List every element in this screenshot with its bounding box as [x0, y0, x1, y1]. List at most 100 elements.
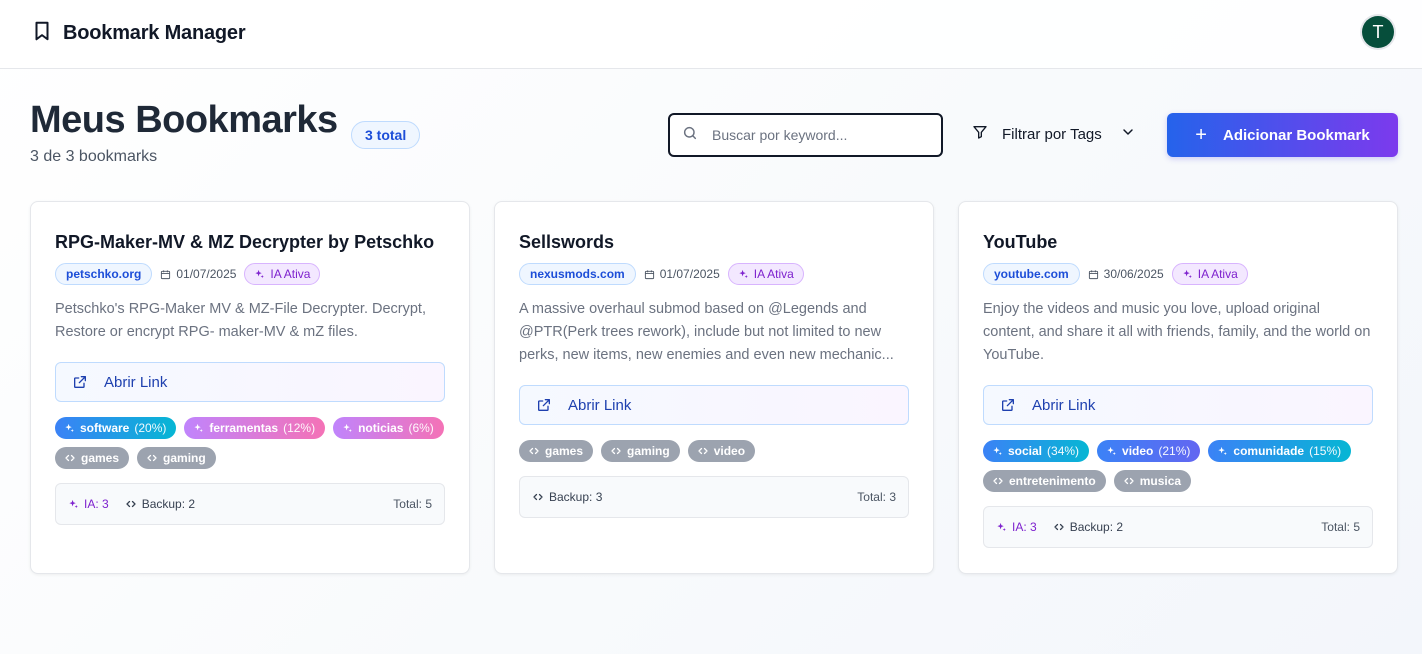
backup-count: Backup: 3	[532, 490, 602, 504]
code-icon	[611, 447, 621, 455]
calendar-icon	[644, 269, 654, 279]
backup-tag-chip[interactable]: gaming	[601, 440, 680, 462]
sparkles-icon	[739, 269, 748, 278]
code-icon	[65, 454, 75, 462]
tag-percent: (21%)	[1158, 444, 1191, 458]
bookmark-title[interactable]: YouTube	[983, 228, 1373, 256]
total-count: Total: 5	[1321, 520, 1360, 534]
add-bookmark-button[interactable]: + Adicionar Bookmark	[1167, 113, 1398, 157]
card-footer-stats: IA: 3 Backup: 2 Total: 5	[983, 506, 1373, 548]
backup-tag-chip[interactable]: games	[55, 447, 130, 469]
ai-tag-chip[interactable]: ferramentas (12%)	[184, 417, 326, 439]
sparkles-icon	[343, 423, 352, 432]
sparkles-icon	[1218, 446, 1228, 455]
ai-tag-chip[interactable]: video (21%)	[1097, 440, 1201, 462]
tag-name: musica	[1139, 474, 1182, 488]
search-box[interactable]	[668, 113, 943, 157]
open-link-label: Abrir Link	[104, 373, 168, 391]
bookmark-description: Enjoy the videos and music you love, upl…	[983, 301, 1371, 363]
brand[interactable]: Bookmark Manager	[31, 19, 246, 48]
sparkles-icon	[1107, 446, 1116, 455]
tag-name: games	[545, 444, 584, 458]
sparkles-icon	[194, 423, 204, 432]
open-link-button[interactable]: Abrir Link	[55, 362, 445, 402]
domain-badge: petschko.org	[55, 263, 153, 285]
ai-tag-chip[interactable]: social (34%)	[983, 440, 1090, 462]
ia-count-text: IA: 3	[84, 497, 109, 511]
tag-name: comunidade	[1233, 444, 1305, 458]
code-icon	[698, 447, 708, 455]
ia-active-badge: IA Ativa	[1171, 263, 1248, 285]
date-text: 01/07/2025	[176, 267, 237, 281]
backup-tag-chip[interactable]: video	[687, 440, 756, 462]
tag-name: video	[713, 444, 746, 458]
calendar-icon	[161, 269, 171, 279]
tag-name: software	[80, 421, 130, 435]
tag-name: noticias	[358, 421, 404, 435]
bookmark-title[interactable]: Sellswords	[519, 228, 909, 256]
date-text: 30/06/2025	[1103, 267, 1164, 281]
sparkles-icon	[997, 522, 1006, 531]
chevron-down-icon	[1120, 124, 1136, 144]
sparkles-icon	[255, 269, 265, 278]
open-link-button[interactable]: Abrir Link	[983, 385, 1373, 425]
bookmark-date: 01/07/2025	[644, 267, 720, 281]
ai-tag-chip[interactable]: comunidade (15%)	[1208, 440, 1352, 462]
search-icon	[682, 125, 698, 146]
tag-name: video	[1122, 444, 1154, 458]
filter-label: Filtrar por Tags	[1002, 125, 1102, 143]
backup-count-text: Backup: 3	[549, 490, 603, 504]
bookmark-icon	[31, 19, 53, 48]
bookmark-card: Sellswords nexusmods.com 01/07/2025 IA A…	[494, 201, 934, 574]
code-icon	[1054, 523, 1064, 531]
code-icon	[126, 500, 136, 508]
backup-tag-chip[interactable]: entretenimento	[983, 470, 1106, 492]
ai-tag-chip[interactable]: software (20%)	[55, 417, 177, 439]
backup-tag-chip[interactable]: musica	[1113, 470, 1192, 492]
page-title: Meus Bookmarks	[30, 99, 338, 141]
bookmark-date: 01/07/2025	[160, 267, 236, 281]
tag-percent: (6%)	[408, 421, 434, 435]
tag-percent: (34%)	[1047, 444, 1080, 458]
backup-tag-chip[interactable]: gaming	[137, 447, 216, 469]
code-icon	[533, 493, 543, 501]
tag-percent: (12%)	[283, 421, 316, 435]
ia-badge-label: IA Ativa	[270, 267, 311, 281]
tag-list: social (34%) video (21%) comunidade (15%) e…	[983, 440, 1373, 492]
bookmark-card: RPG-Maker-MV & MZ Decrypter by Petschko …	[30, 201, 470, 574]
external-link-icon	[74, 376, 86, 388]
tag-name: gaming	[627, 444, 670, 458]
tag-percent: (15%)	[1309, 444, 1342, 458]
bookmark-title[interactable]: RPG-Maker-MV & MZ Decrypter by Petschko	[55, 228, 445, 256]
backup-tag-chip[interactable]: games	[519, 440, 594, 462]
avatar[interactable]: T	[1362, 16, 1394, 48]
card-footer-stats: Backup: 3 Total: 3	[519, 476, 909, 518]
backup-count: Backup: 2	[125, 497, 195, 511]
add-bookmark-label: Adicionar Bookmark	[1222, 126, 1370, 144]
open-link-button[interactable]: Abrir Link	[519, 385, 909, 425]
bookmark-card: YouTube youtube.com 30/06/2025 IA Ativa …	[958, 201, 1398, 574]
filter-tags-dropdown[interactable]: Filtrar por Tags	[962, 113, 1148, 155]
ai-tag-chip[interactable]: noticias (6%)	[333, 417, 444, 439]
tag-name: social	[1008, 444, 1043, 458]
top-bar: Bookmark Manager T	[0, 0, 1422, 69]
bookmark-description: A massive overhaul submod based on @Lege…	[519, 301, 894, 363]
domain-badge: nexusmods.com	[519, 263, 636, 285]
tag-percent: (20%)	[134, 421, 167, 435]
search-input[interactable]	[712, 127, 912, 143]
card-footer-stats: IA: 3 Backup: 2 Total: 5	[55, 483, 445, 525]
external-link-icon	[538, 399, 550, 411]
app-title: Bookmark Manager	[63, 22, 246, 44]
tag-name: games	[81, 451, 120, 465]
sparkles-icon	[1183, 269, 1192, 278]
code-icon	[529, 447, 539, 455]
bookmark-date: 30/06/2025	[1088, 267, 1164, 281]
plus-icon: +	[1195, 124, 1207, 146]
ia-badge-label: IA Ativa	[1197, 267, 1238, 281]
code-icon	[147, 454, 157, 462]
date-text: 01/07/2025	[659, 267, 720, 281]
backup-count-text: Backup: 2	[1069, 520, 1124, 534]
ia-badge-label: IA Ativa	[753, 267, 794, 281]
sparkles-icon	[69, 499, 78, 508]
filter-icon	[972, 124, 988, 144]
